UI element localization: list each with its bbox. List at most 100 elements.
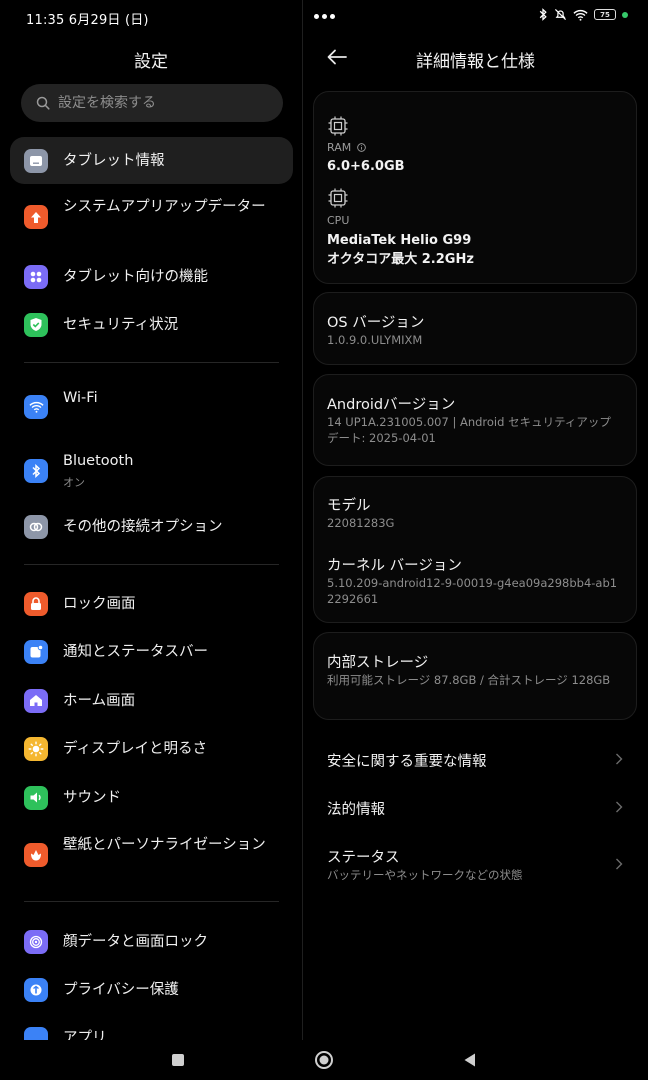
storage-value: 利用可能ストレージ 87.8GB / 合計ストレージ 128GB <box>327 673 611 687</box>
pane-divider <box>302 0 303 1040</box>
wifi-icon <box>24 394 48 419</box>
safety-info-label: 安全に関する重要な情報 <box>327 754 487 770</box>
lock-icon <box>24 591 48 616</box>
recents-button[interactable] <box>166 1048 190 1072</box>
sidebar-item-system-app-updater[interactable]: システムアプリアップデーター <box>10 193 293 241</box>
square-icon <box>172 1054 184 1066</box>
legal-info-label: 法的情報 <box>327 802 385 818</box>
back-button[interactable] <box>458 1048 482 1072</box>
sidebar-item-wifi[interactable]: Wi-Fi <box>10 383 293 430</box>
grid-icon <box>24 264 48 289</box>
status-sublabel: バッテリーやネットワークなどの状態 <box>327 868 523 882</box>
storage-card[interactable]: 内部ストレージ 利用可能ストレージ 87.8GB / 合計ストレージ 128GB <box>313 632 637 720</box>
settings-title: 設定 <box>134 52 168 72</box>
notification-icon <box>24 639 48 664</box>
os-version-card[interactable]: OS バージョン 1.0.9.0.ULYMIXM <box>313 292 637 365</box>
info-icon[interactable] <box>356 143 366 152</box>
bluetooth-icon <box>24 458 48 483</box>
search-bar[interactable] <box>21 84 283 122</box>
sidebar-item-label: サウンド <box>63 789 121 806</box>
sidebar-item-label: セキュリティ状況 <box>63 316 179 333</box>
sidebar-item-label: アプリ <box>63 1030 107 1040</box>
storage-title: 内部ストレージ <box>327 655 429 671</box>
sidebar-item-label: 壁紙とパーソナライゼーション <box>63 837 266 853</box>
chevron-right-icon <box>616 858 623 870</box>
ram-caption: RAM <box>327 141 366 154</box>
sidebar-item-notifications[interactable]: 通知とステータスバー <box>10 628 293 675</box>
model-title: モデル <box>327 498 371 514</box>
os-version-title: OS バージョン <box>327 315 425 331</box>
model-value: 22081283G <box>327 516 395 530</box>
privacy-icon <box>24 977 48 1002</box>
search-input[interactable] <box>58 95 258 111</box>
sidebar-item-bluetooth[interactable]: Bluetooth オン <box>10 447 293 494</box>
more-dots-icon <box>314 14 335 19</box>
home-icon <box>24 688 48 713</box>
android-version-title: Androidバージョン <box>327 397 456 413</box>
sidebar-item-label: プライバシー保護 <box>63 981 179 998</box>
hardware-card: RAM 6.0+6.0GB CPU MediaTek Helio G99 オクタ… <box>313 91 637 284</box>
divider <box>24 362 279 363</box>
search-icon <box>36 96 50 110</box>
sidebar-item-label: システムアプリアップデーター <box>63 199 266 215</box>
status-time-date: 11:35 6月29日 (日) <box>26 13 149 28</box>
sidebar-item-privacy[interactable]: プライバシー保護 <box>10 966 293 1013</box>
chevron-right-icon <box>616 801 623 813</box>
status-link[interactable]: ステータス バッテリーやネットワークなどの状態 <box>313 838 637 890</box>
chevron-right-icon <box>616 753 623 765</box>
ram-value: 6.0+6.0GB <box>327 159 405 174</box>
shield-check-icon <box>24 312 48 337</box>
cpu-model: MediaTek Helio G99 <box>327 233 472 248</box>
wifi-status-icon <box>573 9 588 21</box>
kernel-value: 5.10.209-android12-9-00019-g4ea09a298bb4… <box>327 576 618 606</box>
sidebar-item-label: 顔データと画面ロック <box>63 933 208 950</box>
safety-info-link[interactable]: 安全に関する重要な情報 <box>313 736 637 782</box>
sidebar-item-apps[interactable]: アプリ <box>10 1022 293 1040</box>
apps-icon <box>24 1027 48 1040</box>
sidebar-item-lock-screen[interactable]: ロック画面 <box>10 580 293 627</box>
chip-icon <box>328 116 348 136</box>
sidebar-item-label: ディスプレイと明るさ <box>63 740 207 757</box>
sidebar-item-label: 通知とステータスバー <box>63 643 208 660</box>
status-label: ステータス <box>327 850 400 866</box>
chip-icon <box>328 188 348 208</box>
android-version-card[interactable]: Androidバージョン 14 UP1A.231005.007 | Androi… <box>313 374 637 466</box>
model-kernel-card: モデル 22081283G カーネル バージョン 5.10.209-androi… <box>313 476 637 623</box>
legal-info-link[interactable]: 法的情報 <box>313 784 637 830</box>
sidebar-item-tablet-info[interactable]: タブレット情報 <box>10 137 293 184</box>
page-title: 詳細情報と仕様 <box>416 52 535 72</box>
bluetooth-status-icon <box>539 8 547 21</box>
sun-icon <box>24 736 48 761</box>
speaker-icon <box>24 785 48 810</box>
link-icon <box>24 514 48 539</box>
sidebar-item-label: ホーム画面 <box>63 692 136 709</box>
sidebar-item-label: Bluetooth <box>63 453 134 469</box>
fingerprint-icon <box>24 929 48 954</box>
mute-bell-icon <box>554 8 567 21</box>
arrow-up-icon <box>24 205 48 229</box>
navigation-bar <box>0 1040 648 1080</box>
sidebar-item-other-connections[interactable]: その他の接続オプション <box>10 503 293 550</box>
os-version-value: 1.0.9.0.ULYMIXM <box>327 333 423 347</box>
circle-icon <box>315 1051 333 1069</box>
tablet-icon <box>24 148 48 173</box>
sidebar-item-home-screen[interactable]: ホーム画面 <box>10 677 293 724</box>
sidebar-item-face-data[interactable]: 顔データと画面ロック <box>10 918 293 965</box>
indicator-dot <box>622 11 628 18</box>
cpu-caption: CPU <box>327 214 350 227</box>
sidebar-item-label: Wi-Fi <box>63 390 98 406</box>
sidebar-item-label: ロック画面 <box>63 595 136 612</box>
sidebar-item-display[interactable]: ディスプレイと明るさ <box>10 725 293 772</box>
sidebar-item-sound[interactable]: サウンド <box>10 774 293 821</box>
sidebar-item-sublabel: オン <box>63 476 85 489</box>
sidebar-item-wallpaper[interactable]: 壁紙とパーソナライゼーション <box>10 831 293 879</box>
status-bar-right: 75 <box>314 8 628 24</box>
triangle-back-icon <box>464 1053 475 1067</box>
sidebar-item-label: その他の接続オプション <box>63 518 223 535</box>
sidebar-item-label: タブレット向けの機能 <box>63 268 208 285</box>
sidebar-item-label: タブレット情報 <box>63 152 165 169</box>
sidebar-item-tablet-features[interactable]: タブレット向けの機能 <box>10 253 293 300</box>
home-button[interactable] <box>312 1048 336 1072</box>
sidebar-item-security[interactable]: セキュリティ状況 <box>10 301 293 348</box>
cpu-frequency: オクタコア最大 2.2GHz <box>327 252 474 267</box>
